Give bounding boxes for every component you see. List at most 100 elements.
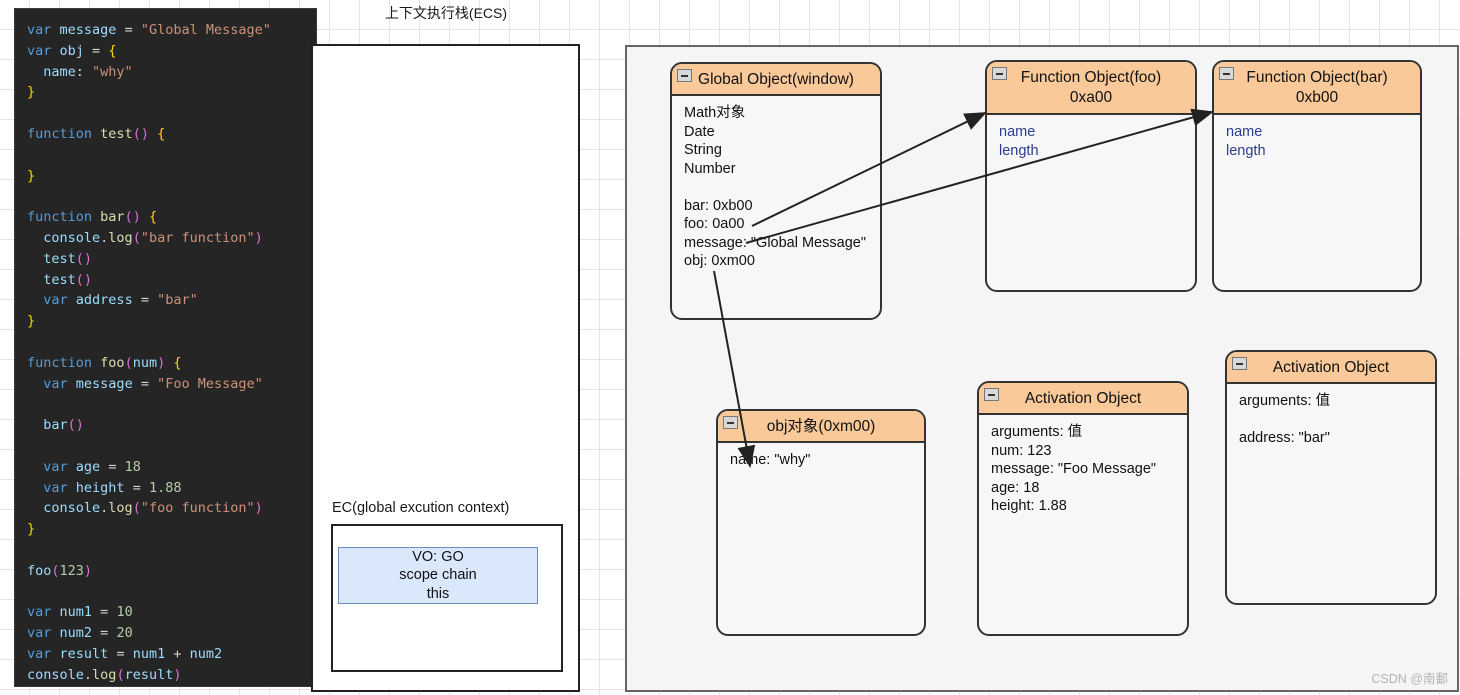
- code-editor-content[interactable]: var message = "Global Message" var obj = …: [15, 9, 316, 686]
- code-token: age: [75, 458, 101, 475]
- activation-object-foo-box[interactable]: Activation Object arguments: 值 num: 123 me…: [977, 381, 1189, 636]
- activation-object-bar-body: arguments: 值 address: "bar": [1227, 384, 1435, 448]
- code-token: obj: [59, 42, 84, 59]
- collapse-minus-icon[interactable]: [723, 416, 738, 429]
- code-token: (: [124, 354, 133, 371]
- code-token: (: [132, 500, 141, 517]
- code-token: bar: [100, 209, 125, 226]
- code-token: function: [27, 125, 93, 142]
- code-token: test: [100, 125, 133, 142]
- code-token: var: [43, 479, 68, 496]
- global-object-box[interactable]: Global Object(window) Math对象 Date String Nu…: [670, 62, 882, 320]
- code-token: =: [92, 625, 117, 642]
- code-line: name: "why": [27, 62, 316, 83]
- code-token: "why": [92, 63, 133, 80]
- function-object-foo-title: Function Object(foo): [1020, 69, 1162, 86]
- code-token: {: [148, 209, 158, 226]
- code-editor-panel[interactable]: var message = "Global Message" var obj = …: [14, 8, 317, 687]
- function-object-foo-address: 0xa00: [1069, 89, 1113, 106]
- activation-object-bar-box[interactable]: Activation Object arguments: 值 address: …: [1225, 350, 1437, 605]
- code-line: var num2 = 20: [27, 623, 316, 644]
- code-token: height: [75, 479, 125, 496]
- collapse-minus-icon[interactable]: [1232, 357, 1247, 370]
- code-token: "bar function": [140, 229, 255, 246]
- code-token: result: [59, 645, 109, 662]
- code-token: ): [254, 500, 263, 517]
- code-token: =: [108, 645, 133, 662]
- code-token: }: [27, 313, 36, 330]
- object-property-row: String: [684, 142, 722, 158]
- code-token: address: [75, 292, 133, 309]
- code-line: var num1 = 10: [27, 602, 316, 623]
- csdn-watermark: CSDN @南鄱: [1371, 672, 1448, 686]
- code-token: bar: [27, 417, 68, 434]
- code-token: +: [165, 645, 190, 662]
- code-line: }: [27, 166, 316, 187]
- function-object-foo-body: name length: [987, 115, 1195, 160]
- code-token: var: [27, 22, 52, 38]
- obj-object-box[interactable]: obj对象(0xm00) name: "why": [716, 409, 926, 636]
- global-object-body: Math对象 Date String Number bar: 0xb00 foo: 0a…: [672, 96, 880, 271]
- code-token: log: [92, 666, 117, 683]
- obj-object-title: obj对象(0xm00): [766, 418, 876, 435]
- code-token: (): [75, 250, 93, 267]
- collapse-minus-icon[interactable]: [677, 69, 692, 82]
- code-token: var: [27, 42, 52, 59]
- vo-line-1: VO: GO: [412, 548, 464, 565]
- code-token: num: [132, 354, 158, 371]
- code-token: (): [132, 125, 149, 142]
- code-token: log: [108, 229, 133, 246]
- object-property-row: height: 1.88: [991, 498, 1067, 514]
- ecs-title: 上下文执行栈(ECS): [384, 5, 508, 21]
- activation-object-bar-title: Activation Object: [1272, 359, 1390, 376]
- code-token: name: [27, 63, 76, 80]
- code-token: var: [27, 625, 52, 642]
- function-object-bar-body: name length: [1214, 115, 1420, 160]
- code-token: message: [59, 22, 117, 38]
- object-property-row: Date: [684, 123, 715, 140]
- collapse-minus-icon[interactable]: [984, 388, 999, 401]
- code-token: 18: [124, 458, 141, 475]
- collapse-minus-icon[interactable]: [1219, 67, 1234, 80]
- code-token: (): [75, 271, 93, 288]
- code-token: num1: [132, 645, 166, 662]
- code-token: var: [27, 604, 52, 621]
- code-token: (): [67, 417, 84, 434]
- code-token: (): [124, 209, 141, 226]
- code-token: }: [27, 521, 36, 538]
- code-token: (: [51, 562, 60, 579]
- object-property-row: bar: 0xb00: [684, 197, 753, 214]
- object-property-row: obj: 0xm00: [684, 253, 755, 269]
- function-object-bar-address: 0xb00: [1295, 89, 1339, 106]
- collapse-minus-icon[interactable]: [992, 67, 1007, 80]
- code-line: test(): [27, 249, 316, 270]
- function-object-bar-header: Function Object(bar) 0xb00: [1214, 62, 1420, 115]
- function-object-bar-box[interactable]: Function Object(bar) 0xb00 name length: [1212, 60, 1422, 292]
- function-object-foo-box[interactable]: Function Object(foo) 0xa00 name length: [985, 60, 1197, 292]
- code-token: {: [173, 354, 182, 371]
- object-property-row: address: "bar": [1239, 430, 1330, 446]
- code-line: var address = "bar": [27, 290, 316, 311]
- code-token: function: [27, 354, 93, 371]
- object-property-row: name: [1226, 124, 1263, 140]
- activation-object-foo-body: arguments: 值 num: 123 message: "Foo Messag…: [979, 415, 1187, 516]
- code-token: =: [132, 375, 158, 392]
- object-property-row: message: "Foo Message": [991, 461, 1157, 477]
- object-property-row: name: [999, 124, 1036, 140]
